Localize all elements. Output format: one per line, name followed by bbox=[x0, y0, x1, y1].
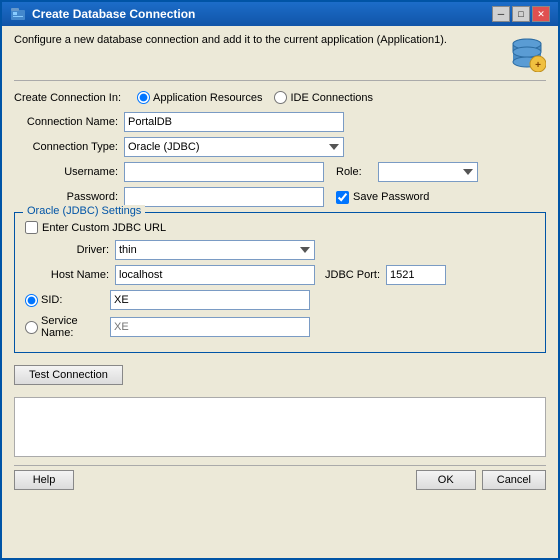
hostname-row: Host Name: JDBC Port: bbox=[25, 265, 535, 285]
username-label: Username: bbox=[14, 166, 124, 178]
window-controls: ─ □ ✕ bbox=[492, 6, 550, 22]
radio-ide-connections-input[interactable] bbox=[274, 91, 287, 104]
right-buttons: OK Cancel bbox=[416, 470, 546, 490]
dialog-window: Create Database Connection ─ □ ✕ Configu… bbox=[0, 0, 560, 560]
radio-app-resources-label: Application Resources bbox=[153, 92, 262, 104]
create-connection-row: Create Connection In: Application Resour… bbox=[14, 91, 546, 104]
radio-app-resources[interactable]: Application Resources bbox=[137, 91, 262, 104]
sid-radio-option[interactable]: SID: bbox=[25, 294, 110, 307]
sid-input[interactable] bbox=[110, 290, 310, 310]
description-row: Configure a new database connection and … bbox=[14, 34, 546, 81]
radio-ide-connections[interactable]: IDE Connections bbox=[274, 91, 373, 104]
hostname-input[interactable] bbox=[115, 265, 315, 285]
cancel-button[interactable]: Cancel bbox=[482, 470, 546, 490]
service-name-radio[interactable] bbox=[25, 321, 38, 334]
role-section: Role: SYSDBA SYSOPER bbox=[336, 162, 478, 182]
button-row: Help OK Cancel bbox=[14, 465, 546, 494]
sid-radio[interactable] bbox=[25, 294, 38, 307]
help-button[interactable]: Help bbox=[14, 470, 74, 490]
jdbc-port-input[interactable] bbox=[386, 265, 446, 285]
connection-type-row: Connection Type: Oracle (JDBC) Oracle (O… bbox=[14, 137, 546, 157]
custom-jdbc-checkbox[interactable] bbox=[25, 221, 38, 234]
hostname-label: Host Name: bbox=[25, 269, 115, 281]
driver-select[interactable]: thin thick oci bbox=[115, 240, 315, 260]
role-label: Role: bbox=[336, 166, 372, 178]
custom-jdbc-label: Enter Custom JDBC URL bbox=[42, 222, 166, 234]
password-row: Password: Save Password bbox=[14, 187, 546, 207]
minimize-button[interactable]: ─ bbox=[492, 6, 510, 22]
save-password-checkbox[interactable] bbox=[336, 191, 349, 204]
password-label: Password: bbox=[14, 191, 124, 203]
ok-button[interactable]: OK bbox=[416, 470, 476, 490]
connection-name-input[interactable] bbox=[124, 112, 344, 132]
create-connection-label: Create Connection In: bbox=[14, 92, 121, 104]
service-name-row: Service Name: bbox=[25, 315, 535, 339]
description-text: Configure a new database connection and … bbox=[14, 34, 508, 46]
title-icon bbox=[10, 6, 26, 22]
sid-row: SID: bbox=[25, 290, 535, 310]
oracle-settings-group: Oracle (JDBC) Settings Enter Custom JDBC… bbox=[14, 212, 546, 353]
service-name-input[interactable] bbox=[110, 317, 310, 337]
connection-type-label: Connection Type: bbox=[14, 141, 124, 153]
dialog-title: Create Database Connection bbox=[32, 7, 486, 21]
maximize-button[interactable]: □ bbox=[512, 6, 530, 22]
dialog-content: Configure a new database connection and … bbox=[2, 26, 558, 558]
test-connection-button[interactable]: Test Connection bbox=[14, 365, 123, 385]
svg-text:+: + bbox=[535, 60, 541, 71]
close-button[interactable]: ✕ bbox=[532, 6, 550, 22]
save-password-label: Save Password bbox=[353, 191, 429, 203]
connection-name-label: Connection Name: bbox=[14, 116, 124, 128]
connection-type-select[interactable]: Oracle (JDBC) Oracle (OCI) MySQL Postgre… bbox=[124, 137, 344, 157]
save-password-section: Save Password bbox=[336, 191, 429, 204]
role-select[interactable]: SYSDBA SYSOPER bbox=[378, 162, 478, 182]
driver-label: Driver: bbox=[25, 244, 115, 256]
database-icon: + bbox=[508, 34, 546, 72]
oracle-settings-label: Oracle (JDBC) Settings bbox=[23, 205, 145, 217]
password-input[interactable] bbox=[124, 187, 324, 207]
save-password-checkbox-row[interactable]: Save Password bbox=[336, 191, 429, 204]
driver-row: Driver: thin thick oci bbox=[25, 240, 535, 260]
custom-jdbc-row[interactable]: Enter Custom JDBC URL bbox=[25, 221, 535, 234]
title-bar: Create Database Connection ─ □ ✕ bbox=[2, 2, 558, 26]
connection-name-row: Connection Name: bbox=[14, 112, 546, 132]
jdbc-port-label: JDBC Port: bbox=[325, 269, 380, 281]
radio-app-resources-input[interactable] bbox=[137, 91, 150, 104]
sid-label: SID: bbox=[41, 294, 62, 306]
test-connection-area: Test Connection bbox=[14, 361, 546, 391]
output-area bbox=[14, 397, 546, 457]
radio-ide-connections-label: IDE Connections bbox=[290, 92, 373, 104]
service-name-label: Service Name: bbox=[41, 315, 110, 339]
username-row: Username: Role: SYSDBA SYSOPER bbox=[14, 162, 546, 182]
service-name-radio-option[interactable]: Service Name: bbox=[25, 315, 110, 339]
username-input[interactable] bbox=[124, 162, 324, 182]
